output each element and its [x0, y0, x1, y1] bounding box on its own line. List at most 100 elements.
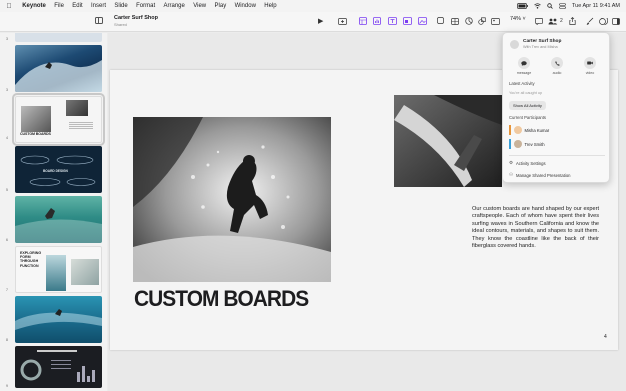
- show-all-activity-button[interactable]: Show All Activity: [509, 101, 546, 110]
- manage-shared-presentation-button[interactable]: ⚇ Manage Shared Presentation: [509, 172, 570, 178]
- audio-label: audio: [552, 71, 562, 75]
- insert-shape-icon[interactable]: [403, 16, 412, 26]
- menu-format[interactable]: Format: [132, 3, 159, 9]
- video-button[interactable]: video: [575, 57, 605, 75]
- chart-icon[interactable]: [465, 16, 473, 26]
- slide-thumbnail[interactable]: BOARD DESIGN: [15, 146, 102, 193]
- add-slide-icon[interactable]: [338, 16, 347, 26]
- thumb-title: CUSTOM BOARDS: [20, 132, 51, 136]
- insert-table-gray-icon[interactable]: [451, 16, 459, 26]
- menu-help[interactable]: Help: [260, 3, 281, 9]
- shared-document-avatar: [510, 40, 519, 49]
- slide-thumbnail[interactable]: [15, 296, 102, 343]
- slide-thumbnail[interactable]: [15, 196, 102, 243]
- menubar-clock[interactable]: Tue Apr 11 9:41 AM: [572, 3, 620, 9]
- audio-button[interactable]: audio: [542, 57, 572, 75]
- menu-play[interactable]: Play: [210, 3, 230, 9]
- gear-icon: ⚙: [509, 160, 514, 165]
- people-icon: ⚇: [509, 172, 514, 177]
- play-icon[interactable]: ▶: [318, 16, 323, 26]
- zoom-menu[interactable]: 74% ˅: [510, 16, 526, 22]
- menu-slide[interactable]: Slide: [110, 3, 132, 9]
- wifi-icon[interactable]: [534, 3, 541, 9]
- slide-thumbnail-selected[interactable]: CUSTOM BOARDS: [12, 93, 105, 146]
- comments-icon[interactable]: [535, 16, 543, 26]
- comment-icon[interactable]: [437, 16, 444, 26]
- message-button[interactable]: message: [509, 57, 539, 75]
- slide-number: 7: [6, 288, 8, 292]
- popover-title: Carter Surf Shop: [523, 39, 562, 44]
- slide-thumbnail[interactable]: [15, 33, 102, 42]
- document-icon[interactable]: [612, 16, 620, 26]
- format-brush-icon[interactable]: [586, 16, 594, 26]
- menu-app-name[interactable]: Keynote: [18, 3, 50, 9]
- activity-settings-label: Activity Settings: [516, 160, 546, 166]
- activity-settings-button[interactable]: ⚙ Activity Settings: [509, 160, 546, 166]
- slide-number: 3: [6, 88, 8, 92]
- current-participants-heading: Current Participants: [509, 115, 547, 120]
- participant-color-bar: [509, 125, 511, 135]
- avatar: [513, 126, 522, 134]
- sidebar-toggle-icon[interactable]: [95, 17, 103, 24]
- apple-menu-icon[interactable]: : [0, 3, 18, 10]
- thumb-title: BOARD DESIGN: [43, 169, 68, 173]
- video-icon: [584, 57, 596, 69]
- message-icon: [518, 57, 530, 69]
- menu-view[interactable]: View: [189, 3, 210, 9]
- control-center-icon[interactable]: [559, 3, 566, 9]
- divider: [509, 155, 605, 156]
- slide-thumbnail[interactable]: [15, 45, 102, 92]
- message-label: message: [516, 71, 532, 75]
- participant-row[interactable]: Misha Kumar: [509, 124, 605, 136]
- insert-table-icon[interactable]: [359, 16, 367, 26]
- participant-row[interactable]: Trev Smith: [509, 138, 605, 150]
- wave-thumbnail-image: [15, 60, 102, 92]
- thumb-image: [46, 255, 66, 291]
- insert-chart-icon[interactable]: [373, 16, 381, 26]
- collaboration-popover: Carter Surf Shop With Trev and Misha mes…: [502, 32, 610, 183]
- search-icon[interactable]: [547, 3, 553, 9]
- manage-shared-presentation-label: Manage Shared Presentation: [516, 172, 571, 178]
- thumb-image: [21, 106, 51, 132]
- media-icon[interactable]: [491, 16, 500, 26]
- battery-icon[interactable]: [517, 3, 528, 9]
- slide-number: 4: [6, 136, 8, 140]
- slide-number: 6: [6, 238, 8, 242]
- slide-page-number: 4: [604, 334, 607, 340]
- thumb-image: [71, 259, 99, 285]
- thumb-text-lines: [69, 122, 93, 123]
- collaboration-icon[interactable]: 2: [548, 16, 563, 26]
- menu-arrange[interactable]: Arrange: [159, 3, 189, 9]
- animate-icon[interactable]: [599, 16, 608, 26]
- document-title: Carter Surf Shop: [114, 15, 159, 21]
- participant-color-bar: [509, 139, 511, 149]
- popover-subtitle: With Trev and Misha: [523, 45, 558, 49]
- video-label: video: [585, 71, 595, 75]
- menu-window[interactable]: Window: [230, 3, 260, 9]
- thumb-image: [66, 100, 88, 116]
- avatar: [513, 140, 522, 148]
- toolbar: Carter Surf Shop Shared ▶ 74% ˅ 2: [0, 12, 626, 32]
- shape-icon[interactable]: [478, 16, 486, 26]
- menu-insert[interactable]: Insert: [87, 3, 110, 9]
- slide-heading[interactable]: CUSTOM BOARDS: [134, 286, 309, 312]
- menu-bar:  Keynote File Edit Insert Slide Format …: [0, 0, 626, 12]
- insert-text-icon[interactable]: [388, 16, 397, 26]
- insert-media-icon[interactable]: [418, 16, 427, 26]
- share-icon[interactable]: [569, 16, 576, 26]
- thumb-title: EXPLORING FORM THROUGH FUNCTION: [20, 251, 42, 268]
- surfer-thumbnail-image: [15, 309, 102, 330]
- chevron-down-icon: ˅: [522, 16, 526, 22]
- menu-file[interactable]: File: [50, 3, 68, 9]
- slide-number: 5: [6, 188, 8, 192]
- slide-body-text[interactable]: Our custom boards are hand shaped by our…: [472, 206, 599, 250]
- board-shaping-photo[interactable]: [394, 95, 502, 187]
- zoom-value: 74%: [510, 16, 522, 22]
- slide-thumbnail[interactable]: [15, 346, 102, 388]
- surfer-thumbnail-image: [15, 208, 102, 243]
- slide-thumbnail[interactable]: EXPLORING FORM THROUGH FUNCTION: [15, 246, 102, 293]
- slide-number: 8: [6, 338, 8, 342]
- menu-edit[interactable]: Edit: [68, 3, 87, 9]
- participant-name: Trev Smith: [524, 141, 545, 147]
- surfer-photo[interactable]: [133, 117, 331, 282]
